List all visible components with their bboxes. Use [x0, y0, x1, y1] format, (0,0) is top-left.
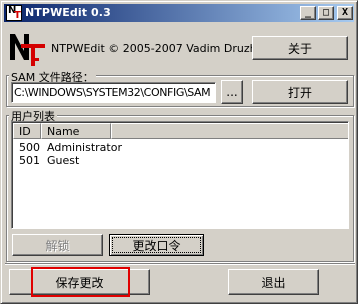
table-row[interactable]: 501 Guest [13, 154, 85, 168]
open-button[interactable]: 打开 [252, 80, 348, 104]
about-button[interactable]: 关于 [252, 36, 348, 60]
close-button[interactable]: X [337, 6, 353, 20]
copyright-text: NTPWEdit © 2005-2007 Vadim Druzhin [51, 42, 267, 55]
user-id: 500 [19, 141, 40, 154]
window-title: NTPWEdit 0.3 [25, 6, 111, 19]
table-row[interactable]: 500 Administrator [13, 141, 128, 155]
browse-button[interactable]: ... [221, 80, 243, 104]
user-name: Administrator [47, 141, 122, 154]
column-header-filler [111, 123, 348, 139]
ntpwedit-app-icon: N T [6, 5, 22, 21]
column-header-name[interactable]: Name [41, 123, 111, 139]
column-header-id[interactable]: ID [13, 123, 41, 139]
app-window: N T NTPWEdit 0.3 _ □ X NTPWEdit © 2005-2… [0, 0, 358, 304]
title-bar[interactable]: N T NTPWEdit 0.3 _ □ X [4, 4, 354, 22]
user-id: 501 [19, 154, 40, 167]
maximize-button[interactable]: □ [318, 6, 334, 20]
user-list[interactable]: ID Name 500 Administrator 501 Guest [11, 121, 349, 229]
ntpwedit-logo-icon [10, 34, 45, 66]
minimize-button[interactable]: _ [300, 6, 316, 20]
exit-button[interactable]: 退出 [228, 269, 319, 295]
footer-divider [5, 263, 355, 265]
user-list-header: ID Name [13, 123, 348, 139]
user-name: Guest [47, 154, 80, 167]
save-changes-button[interactable]: 保存更改 [9, 269, 150, 295]
sam-path-input[interactable]: C:\WINDOWS\SYSTEM32\CONFIG\SAM [11, 82, 216, 103]
unlock-button[interactable]: 解锁 [12, 234, 103, 256]
change-password-button[interactable]: 更改口令 [109, 234, 204, 256]
